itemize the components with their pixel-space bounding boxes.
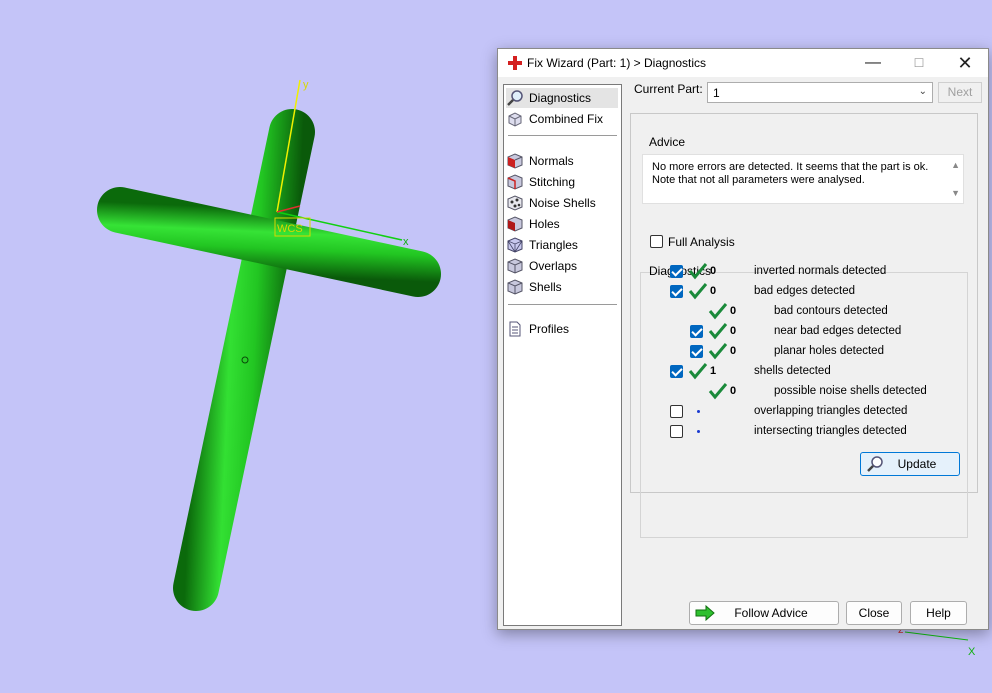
cross-part[interactable]: [97, 109, 441, 611]
check-mark-icon: [688, 363, 708, 380]
overlaps-cube-icon: [507, 258, 523, 274]
cross-vertical-bar: [173, 109, 315, 611]
intersecting-triangles-checkbox[interactable]: [670, 425, 683, 438]
noise-shells-count: 0: [730, 385, 737, 397]
noise-shells-icon: [507, 195, 523, 211]
arrow-right-icon: [695, 605, 715, 621]
check-mark-icon: [708, 323, 728, 340]
nav-item-holes[interactable]: Holes: [506, 214, 618, 234]
check-mark-icon: [708, 343, 728, 360]
noise-shells-label: possible noise shells detected: [774, 385, 927, 397]
follow-advice-label: Follow Advice: [734, 606, 808, 620]
shells-label: shells detected: [754, 365, 831, 377]
nav-item-stitching[interactable]: Stitching: [506, 172, 618, 192]
scroll-up-icon[interactable]: ▲: [951, 160, 960, 170]
planar-holes-label: planar holes detected: [774, 345, 884, 357]
scroll-down-icon[interactable]: ▼: [951, 188, 960, 198]
shells-cube-icon: [507, 279, 523, 295]
close-window-button[interactable]: ✕: [942, 49, 988, 77]
planar-holes-checkbox[interactable]: [690, 345, 703, 358]
nav-item-shells[interactable]: Shells: [506, 277, 618, 297]
current-part-select[interactable]: 1 ⌄: [707, 82, 933, 103]
bad-contours-count: 0: [730, 305, 737, 317]
normals-cube-icon: [507, 153, 523, 169]
nav-item-triangles[interactable]: Triangles: [506, 235, 618, 255]
update-label: Update: [897, 457, 937, 471]
stitching-cube-icon: [507, 174, 523, 190]
nav-divider: [508, 304, 617, 305]
box-icon: [508, 112, 522, 127]
check-mark-icon: [688, 283, 708, 300]
red-cross-icon: [508, 56, 522, 70]
follow-advice-button[interactable]: Follow Advice: [689, 601, 839, 625]
check-mark-icon: [708, 383, 728, 400]
bad-edges-count: 0: [710, 285, 717, 297]
axis-x2-label: X: [968, 646, 976, 658]
nav-item-combined-fix[interactable]: Combined Fix: [506, 109, 618, 129]
wizard-nav: Diagnostics Combined Fix Normals Stitchi…: [503, 84, 622, 626]
nav-item-normals[interactable]: Normals: [506, 151, 618, 171]
full-analysis-label: Full Analysis: [668, 235, 735, 249]
advice-line-1: No more errors are detected. It seems th…: [652, 161, 929, 173]
inverted-normals-count: 0: [710, 265, 717, 277]
near-bad-edges-count: 0: [730, 325, 737, 337]
fix-wizard-dialog: Fix Wizard (Part: 1) > Diagnostics — ☐ ✕…: [497, 48, 989, 630]
magnifier-icon: [507, 90, 523, 106]
nav-divider: [508, 135, 617, 136]
advice-title: Advice: [649, 135, 686, 149]
nav-item-diagnostics[interactable]: Diagnostics: [506, 88, 618, 108]
pending-dot-icon: [697, 410, 700, 413]
axis-y-label: y: [303, 79, 309, 91]
holes-cube-icon: [507, 216, 523, 232]
check-mark-icon: [688, 263, 708, 280]
document-icon: [509, 321, 521, 337]
shells-count: 1: [710, 365, 717, 377]
pending-dot-icon: [697, 430, 700, 433]
overlapping-triangles-checkbox[interactable]: [670, 405, 683, 418]
chevron-down-icon: ⌄: [918, 86, 927, 97]
title-bar[interactable]: Fix Wizard (Part: 1) > Diagnostics — ☐ ✕: [498, 49, 988, 77]
near-bad-edges-checkbox[interactable]: [690, 325, 703, 338]
current-part-value: 1: [713, 86, 720, 100]
advice-line-2: Note that not all parameters were analys…: [652, 174, 865, 186]
wcs-label: WCS: [277, 223, 303, 235]
current-part-label: Current Part:: [634, 82, 703, 96]
nav-item-noise-shells[interactable]: Noise Shells: [506, 193, 618, 213]
axis-x-label: x: [403, 236, 409, 248]
near-bad-edges-label: near bad edges detected: [774, 325, 902, 337]
nav-item-overlaps[interactable]: Overlaps: [506, 256, 618, 276]
magnifier-icon: [867, 456, 883, 472]
help-button[interactable]: Help: [910, 601, 967, 625]
bad-contours-label: bad contours detected: [774, 305, 888, 317]
triangles-cube-icon: [507, 237, 523, 253]
maximize-button[interactable]: ☐: [896, 49, 942, 77]
nav-item-profiles[interactable]: Profiles: [506, 319, 618, 339]
check-mark-icon: [708, 303, 728, 320]
shells-checkbox[interactable]: [670, 365, 683, 378]
cross-horizontal-bar: [97, 187, 441, 297]
minimize-button[interactable]: —: [850, 49, 896, 77]
next-button[interactable]: Next: [938, 82, 982, 103]
overlapping-triangles-label: overlapping triangles detected: [754, 405, 908, 417]
advice-text-box[interactable]: No more errors are detected. It seems th…: [642, 154, 964, 204]
bad-edges-label: bad edges detected: [754, 285, 856, 297]
full-analysis-checkbox[interactable]: [650, 235, 663, 248]
planar-holes-count: 0: [730, 345, 737, 357]
bad-edges-checkbox[interactable]: [670, 285, 683, 298]
inverted-normals-checkbox[interactable]: [670, 265, 683, 278]
intersecting-triangles-label: intersecting triangles detected: [754, 425, 907, 437]
dialog-title: Fix Wizard (Part: 1) > Diagnostics: [527, 56, 707, 70]
update-button[interactable]: Update: [860, 452, 960, 476]
close-button[interactable]: Close: [846, 601, 902, 625]
inverted-normals-label: inverted normals detected: [754, 265, 887, 277]
